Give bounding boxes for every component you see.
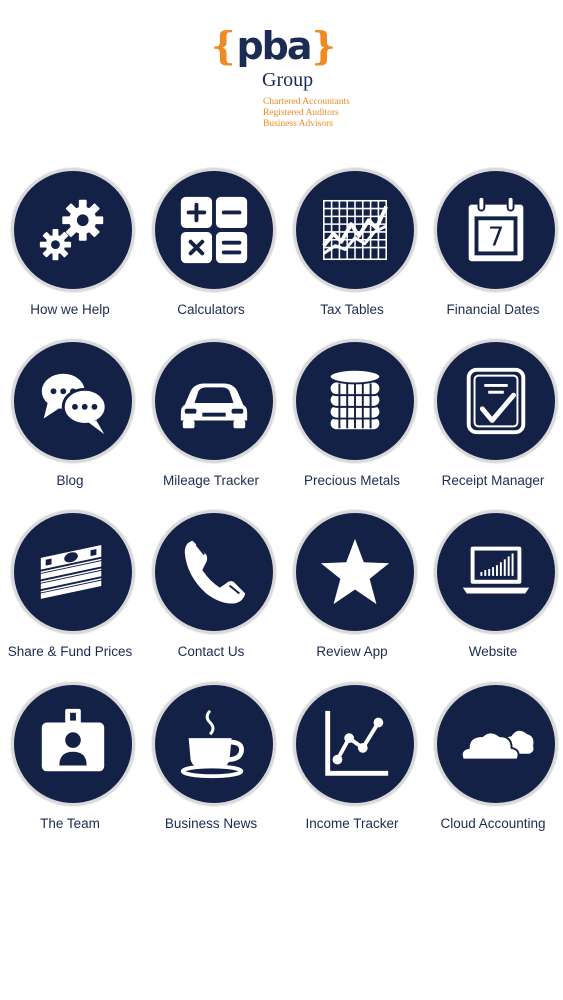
tile-circle [434,510,558,634]
tile-calculators[interactable]: Calculators [141,168,281,328]
logo-group-text: Group [262,69,314,91]
tile-label: Business News [164,816,258,831]
tile-blog[interactable]: Blog [0,339,140,499]
tile-label: Review App [316,644,388,659]
tile-circle [293,168,417,292]
tile-label: Calculators [177,302,245,317]
tile-circle [152,682,276,806]
receipt-check-icon [466,367,526,435]
tile-label: Share & Fund Prices [7,644,133,659]
tile-precious-metals[interactable]: Precious Metals [282,339,422,499]
tagline-line: Chartered Accountants [263,97,350,107]
logo-mark: { pba } [211,22,336,70]
tile-label: Cloud Accounting [440,816,546,831]
tile-circle [152,168,276,292]
tile-circle [11,682,135,806]
company-logo: { pba } Group Chartered Accountants Regi… [211,22,371,132]
tile-mileage-tracker[interactable]: Mileage Tracker [141,339,281,499]
tile-circle [434,682,558,806]
tile-label: Financial Dates [446,302,540,317]
tile-circle [152,510,276,634]
logo-tagline: Chartered Accountants Registered Auditor… [263,97,383,130]
tile-label: How we Help [30,302,110,317]
tagline-line: Business Advisors [263,119,333,129]
tile-circle [293,339,417,463]
tile-circle [434,339,558,463]
phone-icon [184,540,246,604]
tile-circle [11,168,135,292]
tile-circle: 7 [434,168,558,292]
tile-the-team[interactable]: The Team [0,682,140,842]
tile-label: Website [468,644,518,659]
coin-stack-icon [328,368,382,432]
id-badge-icon [41,708,105,772]
tile-how-we-help[interactable]: How we Help [0,168,140,328]
logo-brace-open: { [211,23,236,68]
calculator-icon [180,196,248,264]
logo-wordmark: pba [236,24,312,68]
tile-label: Receipt Manager [441,473,545,488]
tile-receipt-manager[interactable]: Receipt Manager [423,339,563,499]
tile-circle [293,510,417,634]
chart-grid-icon [322,199,388,261]
tile-income-tracker[interactable]: Income Tracker [282,682,422,842]
tagline-line: Registered Auditors [263,108,339,118]
tile-website[interactable]: Website [423,510,563,670]
tile-business-news[interactable]: Business News [141,682,281,842]
tile-label: Income Tracker [305,816,399,831]
star-icon [320,538,390,605]
tile-circle [11,510,135,634]
gears-icon [39,199,104,261]
coffee-cup-icon [180,709,244,779]
tile-label: Blog [56,473,84,488]
tile-label: Tax Tables [320,302,384,317]
tile-label: Contact Us [177,644,245,659]
tile-share-fund-prices[interactable]: Share & Fund Prices [0,510,140,670]
chat-bubbles-icon [41,373,108,435]
laptop-icon [462,546,530,594]
tile-tax-tables[interactable]: Tax Tables [282,168,422,328]
calendar-icon: 7 [468,195,524,262]
calendar-day-text: 7 [488,222,504,252]
tile-circle [152,339,276,463]
money-stack-icon [38,542,104,602]
tile-label: The Team [40,816,100,831]
tile-label: Precious Metals [303,473,401,488]
tile-cloud-accounting[interactable]: Cloud Accounting [423,682,563,842]
tile-review-app[interactable]: Review App [282,510,422,670]
tile-label: Mileage Tracker [162,473,260,488]
tile-circle [293,682,417,806]
tile-contact-us[interactable]: Contact Us [141,510,281,670]
logo-brace-close: } [311,23,336,68]
car-icon [180,383,248,429]
cloud-icon [460,730,534,761]
line-chart-icon [325,710,389,776]
tile-financial-dates[interactable]: 7 Financial Dates [423,168,563,328]
tile-circle [11,339,135,463]
